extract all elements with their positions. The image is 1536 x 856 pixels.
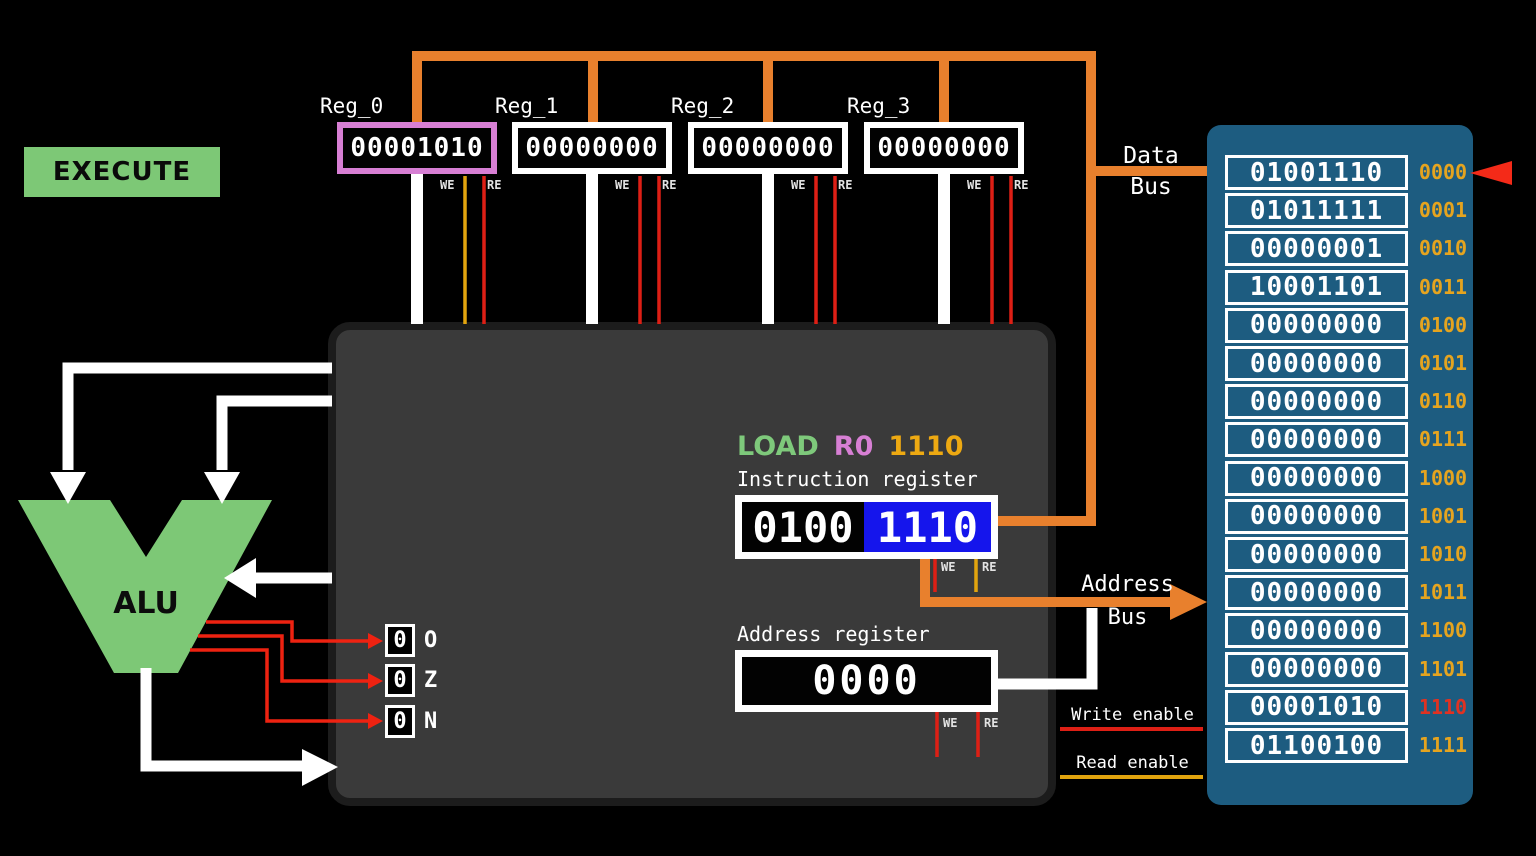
memory-address-0011: 0011 (1415, 275, 1471, 299)
write-enable-label: Write enable (1060, 705, 1205, 725)
register-2-we-label: WE (791, 178, 805, 192)
register-3-re-label: RE (1014, 178, 1028, 192)
memory-cell-0000: 01001110 (1225, 155, 1408, 190)
memory-address-0110: 0110 (1415, 389, 1471, 413)
ar-we-label: WE (943, 716, 957, 730)
register-0-we-label: WE (440, 178, 454, 192)
memory-cell-0110: 00000000 (1225, 384, 1408, 419)
arrowhead-alu-side (224, 558, 256, 598)
flag-n-box: 0 (385, 705, 415, 738)
cpu-simulator-canvas: EXECUTE Reg_000001010WEREReg_100000000WE… (0, 0, 1536, 856)
instruction-register-label: Instruction register (737, 467, 978, 491)
decoded-mnemonic: LOAD (737, 431, 819, 462)
flag-n-label: N (424, 709, 437, 734)
memory-cell-0100: 00000000 (1225, 308, 1408, 343)
memory-cell-0101: 00000000 (1225, 346, 1408, 381)
memory-address-1000: 1000 (1415, 466, 1471, 490)
memory-cell-0011: 10001101 (1225, 270, 1408, 305)
memory-address-0100: 0100 (1415, 313, 1471, 337)
register-name-2: Reg_2 (671, 94, 734, 118)
memory-cell-1000: 00000000 (1225, 461, 1408, 496)
memory-address-0101: 0101 (1415, 351, 1471, 375)
register-name-3: Reg_3 (847, 94, 910, 118)
memory-cell-1100: 00000000 (1225, 613, 1408, 648)
memory-address-1110: 1110 (1415, 695, 1471, 719)
flag-o-label: O (424, 628, 437, 653)
memory-address-0111: 0111 (1415, 427, 1471, 451)
wire-alu-output (146, 668, 302, 766)
instruction-operand-bits: 1110 (864, 502, 991, 552)
memory-address-1100: 1100 (1415, 618, 1471, 642)
arrowhead-alu-input-right (204, 472, 240, 504)
memory-address-1001: 1001 (1415, 504, 1471, 528)
decoded-register: R0 (834, 431, 874, 462)
register-box-1: 00000000 (512, 122, 672, 174)
memory-address-0001: 0001 (1415, 198, 1471, 222)
instruction-opcode-bits: 0100 (742, 502, 864, 552)
memory-cell-1101: 00000000 (1225, 652, 1408, 687)
ir-we-label: WE (941, 560, 955, 574)
register-name-1: Reg_1 (495, 94, 558, 118)
register-box-2: 00000000 (688, 122, 848, 174)
memory-address-1111: 1111 (1415, 733, 1471, 757)
register-box-0: 00001010 (337, 122, 497, 174)
stage-badge: EXECUTE (24, 147, 220, 197)
address-bus-label-line2: Bus (1070, 605, 1185, 630)
address-register-label: Address register (737, 622, 930, 646)
register-0-re-label: RE (487, 178, 501, 192)
memory-cell-1110: 00001010 (1225, 690, 1408, 725)
decoded-instruction: LOAD R0 1110 (737, 431, 964, 462)
ar-re-label: RE (984, 716, 998, 730)
memory-cell-1010: 00000000 (1225, 537, 1408, 572)
address-register-box: 0000 (735, 650, 998, 712)
register-3-we-label: WE (967, 178, 981, 192)
flag-z-label: Z (424, 668, 437, 693)
memory-pointer-arrow (1470, 161, 1512, 185)
register-2-re-label: RE (838, 178, 852, 192)
register-box-3: 00000000 (864, 122, 1024, 174)
flag-z-box: 0 (385, 664, 415, 697)
data-bus-label-line1: Data (1096, 143, 1206, 169)
memory-cell-0010: 00000001 (1225, 231, 1408, 266)
memory-cell-0111: 00000000 (1225, 422, 1408, 457)
read-enable-label: Read enable (1060, 753, 1205, 773)
memory-address-1010: 1010 (1415, 542, 1471, 566)
register-name-0: Reg_0 (320, 94, 383, 118)
register-1-we-label: WE (615, 178, 629, 192)
memory-cell-1011: 00000000 (1225, 575, 1408, 610)
memory-cell-0001: 01011111 (1225, 193, 1408, 228)
memory-cell-1111: 01100100 (1225, 728, 1408, 763)
instruction-register-box: 0100 1110 (735, 495, 998, 559)
data-bus-label-line2: Bus (1096, 174, 1206, 200)
memory-address-0000: 0000 (1415, 160, 1471, 184)
arrowhead-alu-input-left (50, 472, 86, 504)
alu-label: ALU (98, 586, 194, 621)
address-bus-label-line1: Address (1070, 572, 1185, 597)
memory-address-0010: 0010 (1415, 236, 1471, 260)
memory-address-1011: 1011 (1415, 580, 1471, 604)
memory-address-1101: 1101 (1415, 657, 1471, 681)
register-1-re-label: RE (662, 178, 676, 192)
memory-cell-1001: 00000000 (1225, 499, 1408, 534)
decoded-operand: 1110 (888, 431, 963, 462)
wire-cpu-to-alu-left (68, 368, 332, 470)
ir-re-label: RE (982, 560, 996, 574)
flag-o-box: 0 (385, 624, 415, 657)
wire-cpu-to-alu-right (222, 401, 332, 470)
